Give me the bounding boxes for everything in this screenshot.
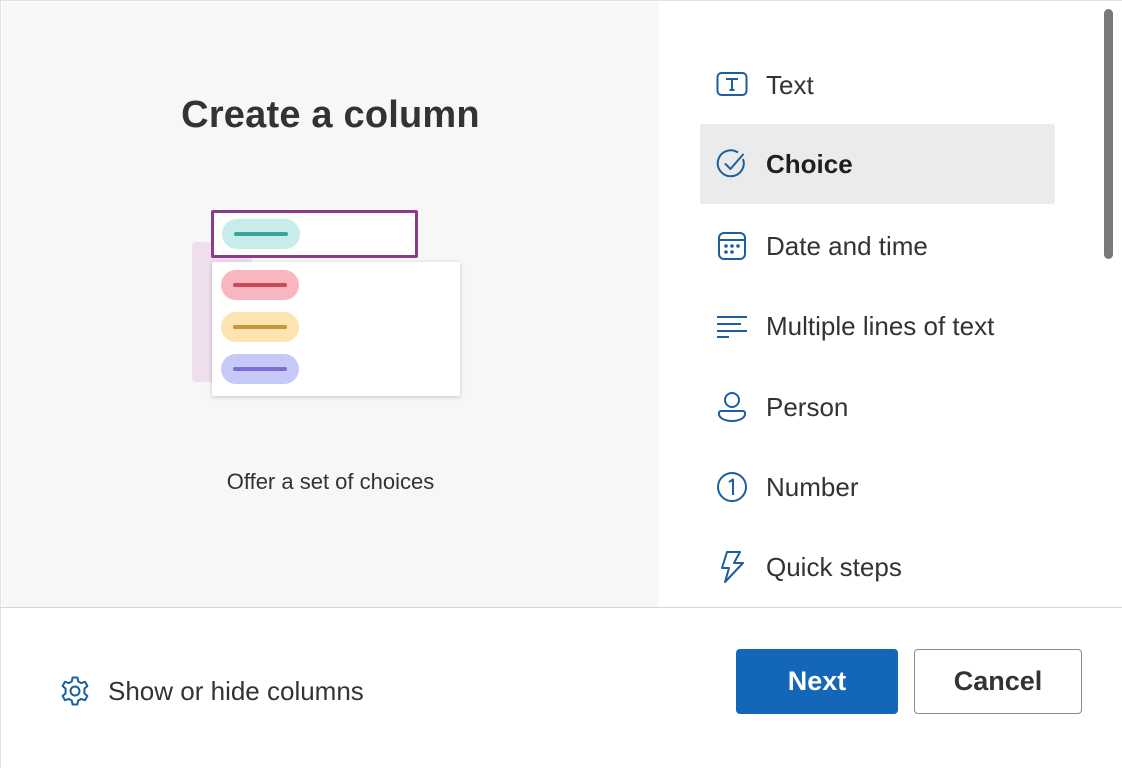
column-type-text[interactable]: Text (700, 45, 1055, 125)
show-hide-columns-link[interactable]: Show or hide columns (58, 671, 364, 711)
column-type-label: Date and time (766, 230, 928, 261)
gear-icon (58, 674, 92, 708)
column-type-label: Number (766, 471, 859, 502)
column-type-label: Choice (766, 148, 853, 179)
text-box-icon (716, 69, 748, 101)
preview-pane: Create a column Offer a set of choices (2, 2, 659, 607)
column-type-label: Quick steps (766, 551, 902, 582)
dialog-title: Create a column (181, 94, 480, 136)
show-hide-columns-label: Show or hide columns (108, 675, 364, 706)
column-list-scrollbar[interactable] (1102, 9, 1116, 261)
illustration-selected-box (211, 210, 418, 258)
illustration-pill-yellow (221, 312, 299, 342)
check-circle-icon (716, 148, 748, 180)
footer-divider (1, 607, 1122, 608)
column-type-choice[interactable]: Choice (700, 124, 1055, 204)
illustration-pill-teal (222, 219, 300, 249)
choice-illustration (192, 209, 462, 399)
calendar-icon (716, 230, 748, 262)
column-type-date-time[interactable]: Date and time (700, 206, 1055, 286)
number-circle-icon (716, 471, 748, 503)
column-type-list: Text Choice Date and time Multiple lines… (659, 2, 1099, 607)
column-type-person[interactable]: Person (700, 367, 1055, 447)
column-type-label: Text (766, 69, 814, 100)
column-type-description: Offer a set of choices (226, 469, 435, 494)
column-type-label: Multiple lines of text (766, 310, 995, 341)
person-icon (716, 391, 748, 423)
column-type-quick-steps[interactable]: Quick steps (700, 527, 1055, 607)
illustration-pill-red (221, 270, 299, 300)
column-type-multiline[interactable]: Multiple lines of text (700, 286, 1055, 366)
illustration-dropdown-list (212, 262, 460, 396)
create-column-dialog: Create a column Offer a set of choices T… (0, 0, 1122, 768)
lightning-icon (716, 551, 748, 583)
cancel-button[interactable]: Cancel (914, 649, 1082, 714)
multiline-text-icon (716, 310, 748, 342)
column-type-label: Person (766, 391, 849, 422)
scrollbar-thumb[interactable] (1104, 9, 1113, 259)
illustration-pill-purple (221, 354, 299, 384)
column-type-number[interactable]: Number (700, 447, 1055, 527)
next-button[interactable]: Next (736, 649, 898, 714)
